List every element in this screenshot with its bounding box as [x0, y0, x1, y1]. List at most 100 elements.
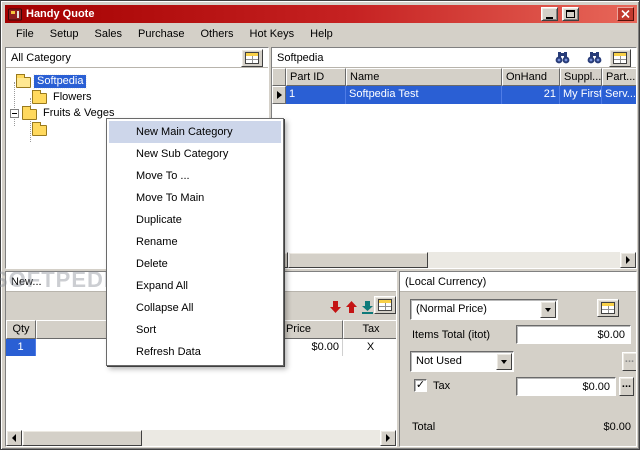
- parts-grid-header: Part ID Name OnHand Suppl... Part...: [272, 68, 636, 86]
- parts-panel-header: Softpedia: [272, 48, 636, 68]
- total-value: $0.00: [603, 421, 631, 433]
- quote-grid-button[interactable]: [374, 296, 396, 314]
- find-next-button[interactable]: [585, 50, 603, 66]
- menu-collapse-all[interactable]: Collapse All: [109, 297, 281, 319]
- close-button[interactable]: [617, 7, 634, 21]
- category-panel-header: All Category: [6, 48, 268, 68]
- menu-item-setup[interactable]: Setup: [42, 24, 87, 45]
- col-qty[interactable]: Qty: [6, 320, 36, 339]
- scrollbar-track[interactable]: [142, 430, 380, 446]
- cell-tax: X: [366, 341, 375, 353]
- current-row-arrow-icon: [276, 91, 282, 99]
- binoculars-find-next-icon: [587, 52, 601, 64]
- move-to-bottom-button[interactable]: [361, 300, 373, 314]
- menu-delete[interactable]: Delete: [109, 253, 281, 275]
- tree-item-softpedia[interactable]: Softpedia: [6, 73, 268, 89]
- combo-drop-button[interactable]: [496, 353, 512, 370]
- move-down-button[interactable]: [329, 300, 341, 314]
- maximize-icon: [566, 10, 575, 18]
- col-onhand[interactable]: OnHand: [502, 68, 560, 86]
- scroll-left-button[interactable]: [6, 430, 22, 446]
- minimize-button[interactable]: [541, 7, 558, 21]
- menu-item-others[interactable]: Others: [193, 24, 242, 45]
- cell-onhand: 21: [502, 86, 560, 104]
- binoculars-find-icon: [555, 52, 569, 64]
- scroll-right-button[interactable]: [380, 430, 396, 446]
- discount-more-button[interactable]: ...: [622, 352, 636, 371]
- menu-item-file[interactable]: File: [8, 24, 42, 45]
- scrollbar-thumb[interactable]: [22, 430, 142, 446]
- tax-label: Tax: [433, 380, 451, 392]
- col-supplier[interactable]: Suppl...: [560, 68, 602, 86]
- find-button[interactable]: [553, 50, 571, 66]
- totals-panel: (Local Currency) (Normal Price) Items To…: [399, 271, 637, 447]
- totals-grid-button[interactable]: [597, 299, 619, 317]
- scroll-right-icon: [626, 256, 630, 264]
- folder-icon: [22, 106, 37, 120]
- price-mode-value: (Normal Price): [416, 303, 487, 315]
- parts-panel: Softpedia Part ID Name OnHand Suppl... P…: [271, 47, 637, 269]
- cell-part: Serv...: [605, 88, 636, 100]
- red-arrow-up-icon: [345, 301, 357, 313]
- scrollbar-track[interactable]: [428, 252, 620, 268]
- category-context-menu: New Main Category New Sub Category Move …: [106, 118, 284, 366]
- current-row-indicator: [272, 86, 286, 104]
- grid-settings-icon: [613, 51, 627, 64]
- grid-settings-icon: [601, 302, 615, 314]
- tax-more-button[interactable]: ...: [619, 377, 634, 396]
- open-folder-icon: [16, 74, 31, 88]
- quote-panel-title: New...: [11, 275, 42, 288]
- tree-item-flowers[interactable]: Flowers: [6, 89, 268, 105]
- titlebar: Handy Quote: [5, 5, 637, 23]
- menu-item-help[interactable]: Help: [302, 24, 341, 45]
- menu-new-main-category[interactable]: New Main Category: [109, 121, 281, 143]
- grid-settings-icon: [378, 299, 392, 311]
- discount-mode-combo[interactable]: Not Used: [410, 351, 514, 372]
- move-up-button[interactable]: [345, 300, 357, 314]
- red-arrow-down-icon: [329, 301, 341, 313]
- col-name[interactable]: Name: [346, 68, 502, 86]
- collapse-minus-icon[interactable]: [10, 108, 19, 118]
- menu-move-to-main[interactable]: Move To Main: [109, 187, 281, 209]
- teal-arrow-down-bar-icon: [361, 300, 373, 314]
- menu-item-sales[interactable]: Sales: [86, 24, 130, 45]
- menu-new-sub-category[interactable]: New Sub Category: [109, 143, 281, 165]
- totals-panel-title: (Local Currency): [405, 275, 487, 288]
- menu-refresh-data[interactable]: Refresh Data: [109, 341, 281, 363]
- tax-checkbox[interactable]: ✓: [414, 379, 427, 392]
- quote-horizontal-scrollbar: [6, 430, 396, 446]
- cell-qty: 1: [6, 339, 36, 356]
- scroll-right-button[interactable]: [620, 252, 636, 268]
- discount-mode-value: Not Used: [416, 355, 462, 367]
- totals-panel-header: (Local Currency): [400, 272, 636, 292]
- tree-item-label: Flowers: [53, 90, 92, 103]
- menu-item-hotkeys[interactable]: Hot Keys: [242, 24, 303, 45]
- col-part[interactable]: Part...: [602, 68, 636, 86]
- parts-grid-button[interactable]: [609, 48, 631, 67]
- menu-duplicate[interactable]: Duplicate: [109, 209, 281, 231]
- combo-drop-button[interactable]: [540, 301, 556, 318]
- col-tax[interactable]: Tax: [343, 320, 396, 339]
- menu-move-to[interactable]: Move To ...: [109, 165, 281, 187]
- indicator-column-header: [272, 68, 286, 86]
- cell-supplier: My First: [560, 86, 602, 104]
- menu-rename[interactable]: Rename: [109, 231, 281, 253]
- price-mode-combo[interactable]: (Normal Price): [410, 299, 558, 320]
- grid-settings-icon: [245, 51, 259, 64]
- quote-grid-body: [6, 356, 396, 430]
- menu-item-purchase[interactable]: Purchase: [130, 24, 192, 45]
- items-total-field[interactable]: $0.00: [516, 325, 631, 344]
- cell-part-id: 1: [286, 86, 346, 104]
- col-part-id[interactable]: Part ID: [286, 68, 346, 86]
- menu-sort[interactable]: Sort: [109, 319, 281, 341]
- parts-grid-row[interactable]: 1 Softpedia Test 21 My First Serv...: [272, 86, 636, 104]
- chevron-down-icon: [501, 360, 507, 364]
- total-label: Total: [412, 421, 436, 433]
- cell-name: Softpedia Test: [346, 86, 502, 104]
- scrollbar-thumb[interactable]: [288, 252, 428, 268]
- menu-expand-all[interactable]: Expand All: [109, 275, 281, 297]
- category-grid-button[interactable]: [241, 48, 263, 67]
- maximize-button[interactable]: [562, 7, 579, 21]
- folder-icon: [32, 90, 47, 104]
- tax-field[interactable]: $0.00: [516, 377, 616, 396]
